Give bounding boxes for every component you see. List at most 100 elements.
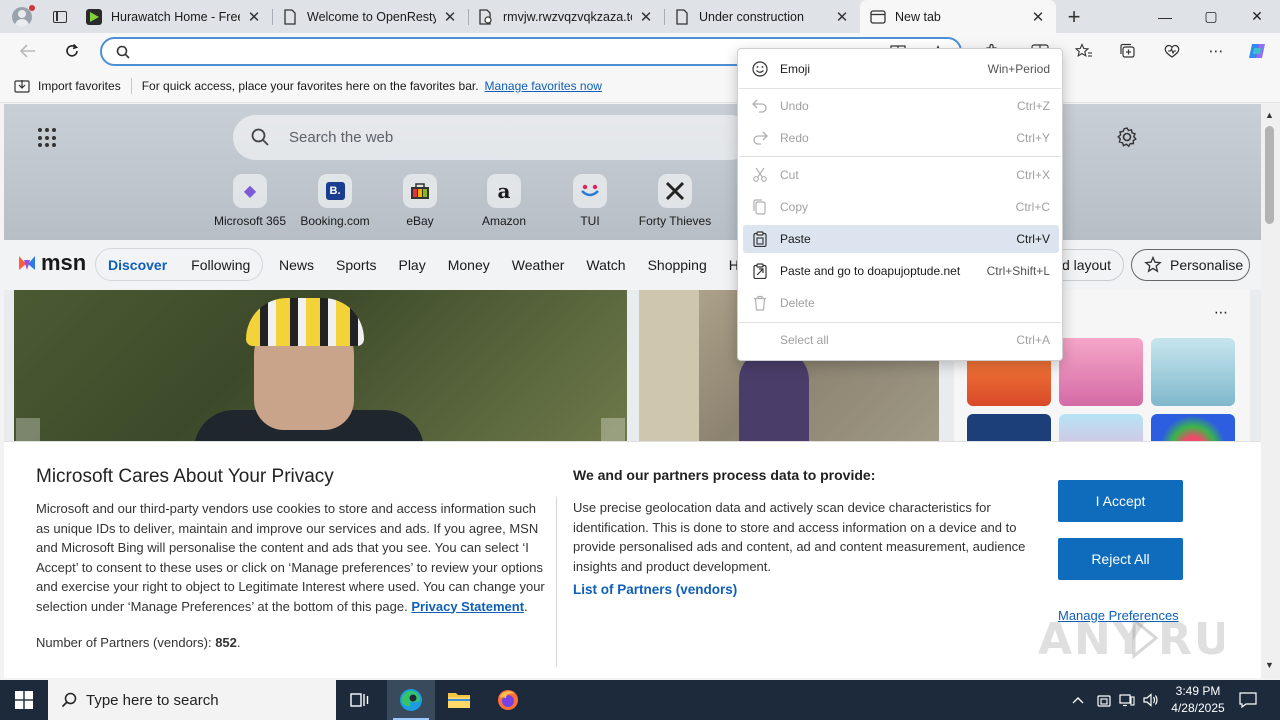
m365-icon: ◆ bbox=[233, 174, 267, 208]
restore-button[interactable]: ▢ bbox=[1188, 0, 1234, 33]
paste-go-icon bbox=[743, 263, 777, 279]
tray-security-icon[interactable] bbox=[1094, 680, 1114, 720]
close-tab-icon[interactable]: ✕ bbox=[638, 8, 654, 26]
tab-hurawatch[interactable]: Hurawatch Home - Free ✕ bbox=[76, 0, 272, 33]
data-processing-body: Use precise geolocation data and activel… bbox=[573, 500, 1026, 574]
new-tab-button[interactable]: + bbox=[1056, 0, 1092, 33]
quick-link-microsoft-365[interactable]: ◆ Microsoft 365 bbox=[208, 174, 292, 228]
nav-item-sports[interactable]: Sports bbox=[336, 257, 376, 273]
task-view-button[interactable] bbox=[336, 680, 384, 720]
quick-link-forty-thieves[interactable]: Forty Thieves bbox=[633, 174, 717, 228]
close-window-button[interactable]: ✕ bbox=[1234, 0, 1280, 33]
quick-link-booking[interactable]: B. Booking.com bbox=[293, 174, 377, 228]
delete-icon bbox=[743, 295, 777, 311]
taskbar-file-explorer[interactable] bbox=[435, 680, 483, 720]
menu-item-copy[interactable]: Copy Ctrl+C bbox=[743, 193, 1059, 221]
game-thumbnail[interactable] bbox=[1059, 338, 1143, 406]
close-tab-icon[interactable]: ✕ bbox=[246, 8, 262, 26]
ebay-icon bbox=[403, 174, 437, 208]
accept-button[interactable]: I Accept bbox=[1058, 480, 1183, 522]
close-tab-icon[interactable]: ✕ bbox=[834, 8, 850, 26]
menu-item-shortcut: Win+Period bbox=[987, 62, 1050, 76]
tab-actions-icon bbox=[53, 10, 67, 23]
scroll-down-arrow-icon[interactable]: ▼ bbox=[1265, 660, 1274, 670]
manage-preferences-link[interactable]: Manage Preferences bbox=[1058, 608, 1179, 623]
privacy-consent-banner: Microsoft Cares About Your Privacy Micro… bbox=[4, 441, 1268, 678]
taskbar-search-box[interactable]: Type here to search bbox=[48, 680, 336, 720]
menu-item-paste-and-go[interactable]: Paste and go to doapujoptude.net Ctrl+Sh… bbox=[743, 257, 1059, 285]
nav-item-shopping[interactable]: Shopping bbox=[648, 257, 707, 273]
quick-link-tui[interactable]: TUI bbox=[548, 174, 632, 228]
scrollbar-thumb[interactable] bbox=[1265, 126, 1274, 224]
nav-item-play[interactable]: Play bbox=[398, 257, 425, 273]
menu-item-label: Undo bbox=[780, 99, 809, 113]
menu-item-redo[interactable]: Redo Ctrl+Y bbox=[743, 124, 1059, 152]
tab-openresty[interactable]: Welcome to OpenResty! ✕ bbox=[272, 0, 468, 33]
tray-overflow-chevron-icon[interactable] bbox=[1068, 680, 1088, 720]
clock-time: 3:49 PM bbox=[1175, 684, 1221, 698]
menu-item-cut[interactable]: Cut Ctrl+X bbox=[743, 161, 1059, 189]
nav-item-money[interactable]: Money bbox=[448, 257, 490, 273]
reject-all-button[interactable]: Reject All bbox=[1058, 538, 1183, 580]
import-favorites-button[interactable]: Import favorites bbox=[0, 79, 121, 93]
profile-alert-dot bbox=[29, 5, 35, 11]
taskbar-edge[interactable] bbox=[387, 680, 435, 720]
scroll-up-arrow-icon[interactable]: ▲ bbox=[1265, 110, 1274, 120]
web-search-box[interactable]: Search the web bbox=[233, 115, 753, 160]
tab-discover[interactable]: Discover bbox=[108, 257, 167, 273]
msn-logo[interactable]: msn bbox=[16, 250, 86, 276]
notification-center-icon[interactable] bbox=[1236, 680, 1260, 720]
menu-item-paste[interactable]: Paste Ctrl+V bbox=[743, 225, 1059, 253]
page-settings-gear-icon[interactable] bbox=[1116, 126, 1138, 151]
news-card-cyclist-image[interactable] bbox=[14, 290, 627, 450]
quick-link-ebay[interactable]: eBay bbox=[378, 174, 462, 228]
menu-item-label: Select all bbox=[780, 333, 829, 347]
list-of-partners-link[interactable]: List of Partners (vendors) bbox=[573, 582, 737, 597]
games-more-icon[interactable]: ⋯ bbox=[1214, 304, 1228, 321]
taskbar-firefox[interactable] bbox=[484, 680, 532, 720]
favorites-icon[interactable] bbox=[1074, 42, 1094, 60]
nav-item-weather[interactable]: Weather bbox=[512, 257, 565, 273]
manage-favorites-link[interactable]: Manage favorites now bbox=[485, 79, 602, 93]
more-menu-icon[interactable]: ⋯ bbox=[1206, 42, 1226, 60]
task-view-icon bbox=[350, 693, 369, 707]
start-button[interactable] bbox=[0, 680, 48, 720]
close-tab-icon[interactable]: ✕ bbox=[1030, 8, 1046, 26]
refresh-button[interactable] bbox=[58, 38, 86, 64]
page-scrollbar[interactable]: ▲ ▼ bbox=[1261, 104, 1280, 678]
paste-icon bbox=[743, 231, 777, 247]
taskbar-clock[interactable]: 3:49 PM 4/28/2025 bbox=[1168, 683, 1228, 717]
privacy-statement-link[interactable]: Privacy Statement bbox=[411, 599, 524, 614]
tab-actions-button[interactable] bbox=[44, 0, 76, 33]
menu-separator bbox=[739, 156, 1061, 157]
tab-new-tab[interactable]: New tab ✕ bbox=[860, 0, 1056, 33]
minimize-button[interactable]: — bbox=[1142, 0, 1188, 33]
nav-item-news[interactable]: News bbox=[279, 257, 314, 273]
profile-button[interactable] bbox=[0, 0, 44, 33]
quick-link-label: eBay bbox=[406, 214, 434, 228]
menu-item-shortcut: Ctrl+Shift+L bbox=[986, 264, 1050, 278]
tab-under-construction[interactable]: Under construction ✕ bbox=[664, 0, 860, 33]
game-thumbnail[interactable] bbox=[1151, 338, 1235, 406]
menu-item-shortcut: Ctrl+V bbox=[1016, 232, 1050, 246]
menu-item-undo[interactable]: Undo Ctrl+Z bbox=[743, 92, 1059, 120]
nav-item-watch[interactable]: Watch bbox=[586, 257, 625, 273]
tray-volume-icon[interactable] bbox=[1140, 680, 1162, 720]
close-tab-icon[interactable]: ✕ bbox=[442, 8, 458, 26]
menu-item-emoji[interactable]: Emoji Win+Period bbox=[743, 55, 1059, 83]
redo-icon bbox=[743, 131, 777, 145]
tab-following[interactable]: Following bbox=[191, 257, 250, 273]
copilot-icon[interactable] bbox=[1247, 42, 1267, 60]
tray-network-icon[interactable] bbox=[1116, 680, 1138, 720]
menu-item-select-all[interactable]: Select all Ctrl+A bbox=[743, 326, 1059, 354]
app-launcher-icon[interactable] bbox=[38, 128, 58, 148]
menu-item-shortcut: Ctrl+A bbox=[1016, 333, 1050, 347]
personalise-button[interactable]: Personalise bbox=[1131, 249, 1250, 281]
back-button[interactable] bbox=[14, 38, 42, 64]
quick-link-amazon[interactable]: a Amazon bbox=[462, 174, 546, 228]
tab-rmvjw[interactable]: rmvjw.rwzvqzvqkzaza.to ✕ bbox=[468, 0, 664, 33]
edge-icon bbox=[400, 689, 422, 711]
browser-essentials-icon[interactable] bbox=[1162, 42, 1182, 60]
collections-icon[interactable] bbox=[1118, 42, 1138, 60]
menu-item-delete[interactable]: Delete bbox=[743, 289, 1059, 317]
